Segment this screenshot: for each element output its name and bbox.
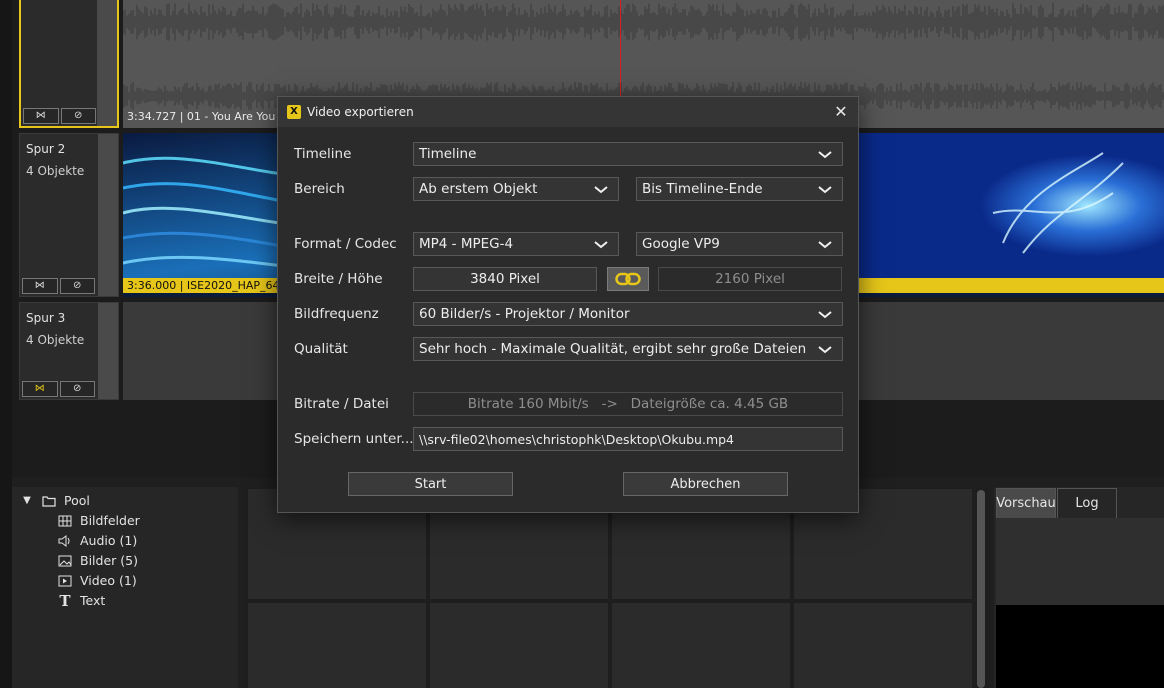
track-3-count: 4 Objekte	[26, 333, 85, 347]
track-2-count: 4 Objekte	[26, 164, 85, 178]
speaker-icon	[58, 534, 72, 547]
container-select[interactable]: MP4 - MPEG-4	[413, 232, 619, 256]
pool-item-video[interactable]: Video (1)	[58, 573, 137, 588]
app-logo: X	[287, 105, 301, 119]
timeline-label: Timeline	[294, 146, 352, 162]
track-1-buttons: ⋈ ⊘	[23, 108, 96, 124]
track-3-scrollbar[interactable]	[97, 303, 118, 399]
track-header-1[interactable]: ⋈ ⊘	[19, 0, 119, 128]
framerate-value: 60 Bilder/s - Projektor / Monitor	[419, 306, 630, 322]
grid-cell[interactable]	[794, 603, 972, 688]
bitrate-label: Bitrate / Datei	[294, 396, 389, 412]
range-from-value: Ab erstem Objekt	[419, 181, 538, 197]
folder-icon	[42, 495, 56, 507]
framerate-label: Bildfrequenz	[294, 306, 379, 322]
disable-icon[interactable]: ⊘	[59, 381, 95, 397]
timeline-select[interactable]: Timeline	[413, 142, 843, 166]
range-from-select[interactable]: Ab erstem Objekt	[413, 177, 619, 201]
pool-item-bildfelder[interactable]: Bildfelder	[58, 513, 140, 528]
media-grid	[246, 487, 988, 688]
grid-cell[interactable]	[248, 603, 426, 688]
chain-link-icon[interactable]	[607, 267, 649, 291]
bowtie-icon[interactable]: ⋈	[22, 381, 58, 397]
grid-cell[interactable]	[612, 603, 790, 688]
disable-icon[interactable]: ⊘	[59, 278, 95, 294]
save-path-input[interactable]: \\srv-file02\homes\christophk\Desktop\Ok…	[413, 427, 843, 451]
quality-select[interactable]: Sehr hoch - Maximale Qualität, ergibt se…	[413, 337, 843, 361]
audio-clip-label: 3:34.727 | 01 - You Are You	[127, 110, 276, 123]
chevron-down-icon	[594, 186, 608, 194]
pool-root[interactable]: ▼ Pool	[20, 493, 90, 508]
image-icon	[58, 555, 72, 567]
chevron-down-icon	[818, 311, 832, 319]
preview-area	[996, 518, 1164, 605]
collapse-triangle-icon[interactable]: ▼	[20, 495, 34, 507]
tab-log[interactable]: Log	[1057, 488, 1117, 518]
track-3-name: Spur 3	[26, 311, 66, 325]
disable-icon[interactable]: ⊘	[60, 108, 96, 124]
chevron-down-icon	[594, 241, 608, 249]
left-gutter	[0, 0, 12, 688]
container-value: MP4 - MPEG-4	[419, 236, 514, 252]
dialog-title: Video exportieren	[307, 105, 414, 119]
pool-item-audio[interactable]: Audio (1)	[58, 533, 137, 548]
waveform-channel	[123, 3, 1164, 41]
track-2-name: Spur 2	[26, 142, 66, 156]
text-icon: T	[59, 591, 71, 610]
track-header-3[interactable]: Spur 3 4 Objekte ⋈ ⊘	[19, 302, 119, 400]
chevron-down-icon	[818, 346, 832, 354]
tab-vorschau[interactable]: Vorschau	[996, 488, 1056, 518]
timeline-select-value: Timeline	[419, 146, 477, 162]
bitrate-readout: Bitrate 160 Mbit/s -> Dateigröße ca. 4.4…	[413, 392, 843, 416]
chevron-down-icon	[818, 241, 832, 249]
export-video-dialog: X Video exportieren ✕ Timeline Timeline …	[277, 96, 859, 513]
framerate-select[interactable]: 60 Bilder/s - Projektor / Monitor	[413, 302, 843, 326]
preview-panel: Vorschau Log	[994, 487, 1164, 688]
video-clip-label: 3:36.000 | ISE2020_HAP_64	[127, 279, 280, 292]
dialog-titlebar[interactable]: X Video exportieren ✕	[278, 97, 858, 127]
track-header-2[interactable]: Spur 2 4 Objekte ⋈ ⊘	[19, 133, 119, 297]
chevron-down-icon	[818, 186, 832, 194]
track-2-buttons: ⋈ ⊘	[22, 278, 95, 294]
pool-item-label: Bildfelder	[80, 513, 140, 528]
codec-select[interactable]: Google VP9	[636, 232, 843, 256]
preview-video	[996, 605, 1164, 688]
track-3-buttons: ⋈ ⊘	[22, 381, 95, 397]
bowtie-icon[interactable]: ⋈	[23, 108, 59, 124]
range-label: Bereich	[294, 181, 345, 197]
pool-item-text[interactable]: T Text	[58, 591, 106, 610]
pool-item-bilder[interactable]: Bilder (5)	[58, 553, 138, 568]
media-grid-scrollbar[interactable]	[977, 490, 985, 688]
size-label: Breite / Höhe	[294, 271, 383, 287]
pool-item-label: Text	[80, 593, 106, 608]
pool-item-label: Video (1)	[80, 573, 137, 588]
track-1-scrollbar[interactable]	[96, 0, 117, 126]
pool-panel: ▼ Pool Bildfelder Audio (1) Bilder (5) V…	[12, 487, 238, 688]
pool-item-label: Bilder (5)	[80, 553, 138, 568]
height-input: 2160 Pixel	[658, 267, 842, 291]
grid-cell[interactable]	[430, 603, 608, 688]
codec-value: Google VP9	[642, 236, 720, 252]
quality-label: Qualität	[294, 341, 348, 357]
track-2-scrollbar[interactable]	[97, 134, 118, 296]
close-icon[interactable]: ✕	[832, 103, 850, 121]
playhead[interactable]	[620, 0, 621, 100]
quality-value: Sehr hoch - Maximale Qualität, ergibt se…	[419, 341, 807, 357]
start-button[interactable]: Start	[348, 472, 513, 496]
range-to-select[interactable]: Bis Timeline-Ende	[636, 177, 843, 201]
bowtie-icon[interactable]: ⋈	[22, 278, 58, 294]
save-label: Speichern unter...	[294, 431, 414, 447]
format-label: Format / Codec	[294, 236, 397, 252]
pool-root-label: Pool	[64, 493, 90, 508]
range-to-value: Bis Timeline-Ende	[642, 181, 763, 197]
video-icon	[58, 575, 72, 587]
chevron-down-icon	[818, 151, 832, 159]
grid-icon	[58, 515, 72, 527]
cancel-button[interactable]: Abbrechen	[623, 472, 788, 496]
width-input[interactable]: 3840 Pixel	[413, 267, 597, 291]
pool-item-label: Audio (1)	[80, 533, 138, 548]
